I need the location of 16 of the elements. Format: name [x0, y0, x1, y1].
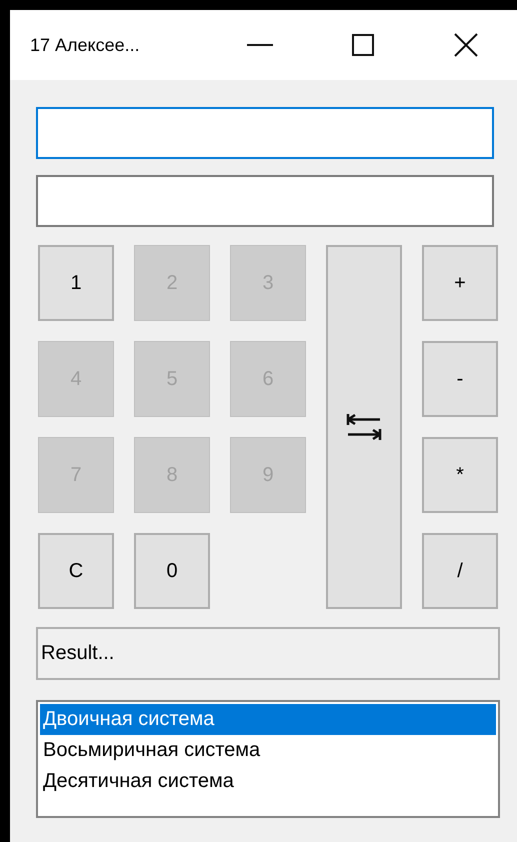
operator-button[interactable]: +: [422, 245, 498, 321]
key-button[interactable]: 0: [134, 533, 210, 609]
window-title: 17 Алексее...: [29, 34, 141, 56]
operator-button[interactable]: /: [422, 533, 498, 609]
swap-arrows-icon: [346, 412, 382, 442]
input-field[interactable]: [36, 175, 494, 227]
maximize-icon: [352, 34, 374, 56]
close-icon: [454, 33, 478, 57]
operator-button[interactable]: *: [422, 437, 498, 513]
key-button[interactable]: C: [38, 533, 114, 609]
input-field[interactable]: [36, 107, 494, 159]
result-field[interactable]: Result...: [36, 627, 500, 680]
minimize-icon: [246, 44, 272, 46]
list-item[interactable]: Двоичная система: [40, 704, 496, 735]
key-button[interactable]: 1: [38, 245, 114, 321]
operator-button[interactable]: -: [422, 341, 498, 417]
